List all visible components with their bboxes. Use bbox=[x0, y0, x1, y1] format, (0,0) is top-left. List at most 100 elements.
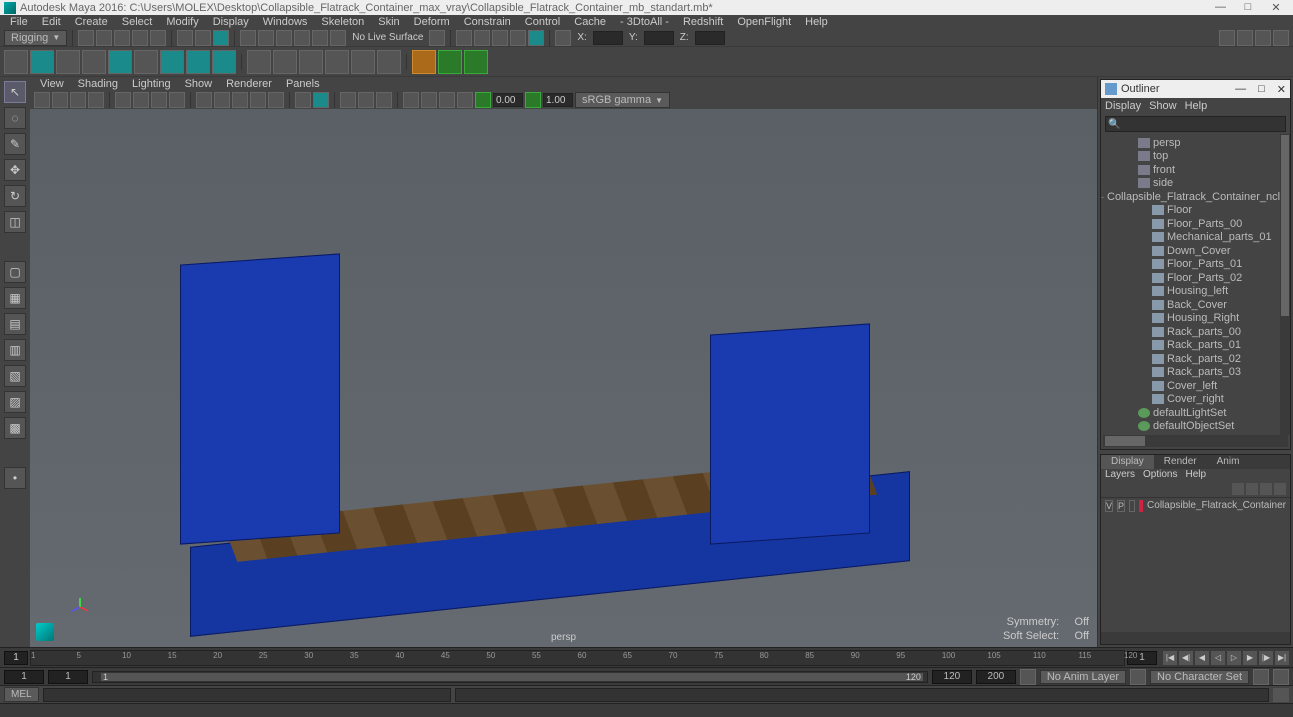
menu-windows[interactable]: Windows bbox=[257, 16, 314, 28]
current-frame-left[interactable]: 1 bbox=[4, 651, 28, 665]
menu-deform[interactable]: Deform bbox=[408, 16, 456, 28]
move-tool[interactable]: ✥ bbox=[4, 159, 26, 181]
shaded-icon[interactable] bbox=[214, 92, 230, 108]
outliner-node[interactable]: Floor_Parts_01 bbox=[1101, 258, 1290, 272]
shelf-icon-16[interactable] bbox=[412, 50, 436, 74]
anim-layer-arrow-icon[interactable] bbox=[1130, 669, 1146, 685]
minimize-button[interactable]: — bbox=[1215, 1, 1225, 14]
range-track[interactable]: 1 120 bbox=[92, 671, 928, 683]
shelf-icon-14[interactable] bbox=[351, 50, 375, 74]
textured-icon[interactable] bbox=[232, 92, 248, 108]
last-tool[interactable]: • bbox=[4, 467, 26, 489]
range-bar[interactable]: 1 120 bbox=[101, 673, 923, 681]
range-start-outer[interactable]: 1 bbox=[4, 670, 44, 684]
outliner-node[interactable]: Cover_right bbox=[1101, 393, 1290, 407]
lasso-tool[interactable]: ◌ bbox=[4, 107, 26, 129]
outliner-node[interactable]: Housing_left bbox=[1101, 285, 1290, 299]
menu-cache[interactable]: Cache bbox=[568, 16, 612, 28]
gate-mask-icon[interactable] bbox=[169, 92, 185, 108]
vp-icon-f[interactable] bbox=[439, 92, 455, 108]
maximize-button[interactable]: □ bbox=[1243, 1, 1253, 14]
bookmarks-icon[interactable] bbox=[70, 92, 86, 108]
layer-color-swatch[interactable] bbox=[1139, 500, 1143, 512]
layout-two-h-icon[interactable]: ▤ bbox=[4, 313, 26, 335]
snap-view-icon[interactable] bbox=[330, 30, 346, 46]
outliner-menu-show[interactable]: Show bbox=[1149, 100, 1177, 112]
shelf-icon-11[interactable] bbox=[273, 50, 297, 74]
shelf-icon-7[interactable] bbox=[160, 50, 184, 74]
step-back-key-button[interactable]: ◀| bbox=[1179, 651, 1193, 665]
undo-icon[interactable] bbox=[132, 30, 148, 46]
menu-display[interactable]: Display bbox=[207, 16, 255, 28]
outliner-node[interactable]: Rack_parts_01 bbox=[1101, 339, 1290, 353]
outliner-node[interactable]: Rack_parts_03 bbox=[1101, 366, 1290, 380]
paint-select-tool[interactable]: ✎ bbox=[4, 133, 26, 155]
panel-menu-panels[interactable]: Panels bbox=[280, 78, 326, 90]
outliner-node[interactable]: Down_Cover bbox=[1101, 244, 1290, 258]
shadows-icon[interactable] bbox=[268, 92, 284, 108]
shelf-icon-12[interactable] bbox=[299, 50, 323, 74]
menu-help[interactable]: Help bbox=[799, 16, 834, 28]
menu-redshift[interactable]: Redshift bbox=[677, 16, 729, 28]
exposure-icon[interactable] bbox=[475, 92, 491, 108]
prefs-icon[interactable] bbox=[1273, 669, 1289, 685]
outliner-tree[interactable]: persptopfrontside-Collapsible_Flatrack_C… bbox=[1101, 134, 1290, 435]
close-button[interactable]: ✕ bbox=[1271, 1, 1281, 14]
step-back-button[interactable]: ◀ bbox=[1195, 651, 1209, 665]
menu-create[interactable]: Create bbox=[69, 16, 114, 28]
outliner-menu-help[interactable]: Help bbox=[1185, 100, 1208, 112]
new-scene-icon[interactable] bbox=[78, 30, 94, 46]
panel-menu-show[interactable]: Show bbox=[179, 78, 219, 90]
open-scene-icon[interactable] bbox=[96, 30, 112, 46]
outliner-node[interactable]: persp bbox=[1101, 136, 1290, 150]
vp-icon-b[interactable] bbox=[358, 92, 374, 108]
lights-icon[interactable] bbox=[250, 92, 266, 108]
vp-icon-g[interactable] bbox=[457, 92, 473, 108]
step-forward-key-button[interactable]: |▶ bbox=[1259, 651, 1273, 665]
range-end-inner[interactable]: 120 bbox=[932, 670, 972, 684]
go-to-end-button[interactable]: ▶| bbox=[1275, 651, 1289, 665]
outliner-node[interactable]: Back_Cover bbox=[1101, 298, 1290, 312]
panel-menu-view[interactable]: View bbox=[34, 78, 70, 90]
grid-toggle-icon[interactable] bbox=[115, 92, 131, 108]
layer-display-type[interactable] bbox=[1129, 500, 1135, 512]
rotate-tool[interactable]: ↻ bbox=[4, 185, 26, 207]
snap-curve-icon[interactable] bbox=[258, 30, 274, 46]
step-forward-button[interactable]: ▶ bbox=[1243, 651, 1257, 665]
outliner-node[interactable]: Housing_Right bbox=[1101, 312, 1290, 326]
scale-tool[interactable]: ◫ bbox=[4, 211, 26, 233]
shelf-icon-2[interactable] bbox=[30, 50, 54, 74]
menu-control[interactable]: Control bbox=[519, 16, 566, 28]
panel-menu-renderer[interactable]: Renderer bbox=[220, 78, 278, 90]
layout-persp-icon[interactable]: ▩ bbox=[4, 417, 26, 439]
layer-menu-layers[interactable]: Layers bbox=[1105, 469, 1135, 483]
select-mode-component-icon[interactable] bbox=[213, 30, 229, 46]
outliner-node[interactable]: side bbox=[1101, 177, 1290, 191]
expand-toggle-icon[interactable]: - bbox=[1101, 192, 1104, 202]
menu--3dtoall-[interactable]: - 3DtoAll - bbox=[614, 16, 675, 28]
panel-menu-lighting[interactable]: Lighting bbox=[126, 78, 177, 90]
menu-skeleton[interactable]: Skeleton bbox=[315, 16, 370, 28]
layer-tab-anim[interactable]: Anim bbox=[1207, 455, 1250, 469]
shelf-icon-5[interactable] bbox=[108, 50, 132, 74]
layout-two-v-icon[interactable]: ▥ bbox=[4, 339, 26, 361]
layer-move-up-icon[interactable] bbox=[1232, 483, 1244, 495]
shelf-icon-3[interactable] bbox=[56, 50, 80, 74]
layer-row[interactable]: V P Collapsible_Flatrack_Container bbox=[1101, 497, 1290, 513]
construction-history-icon[interactable] bbox=[456, 30, 472, 46]
anim-layer-dropdown[interactable]: No Anim Layer bbox=[1040, 670, 1126, 684]
layer-tab-render[interactable]: Render bbox=[1154, 455, 1207, 469]
outliner-minimize[interactable]: — bbox=[1235, 83, 1246, 96]
gamma-icon[interactable] bbox=[525, 92, 541, 108]
outliner-search-field[interactable]: 🔍 bbox=[1105, 116, 1286, 132]
outliner-node[interactable]: Floor bbox=[1101, 204, 1290, 218]
outliner-hscrollbar[interactable] bbox=[1103, 435, 1288, 447]
wireframe-icon[interactable] bbox=[196, 92, 212, 108]
layer-visibility-toggle[interactable]: V bbox=[1105, 500, 1113, 512]
play-back-button[interactable]: ◁ bbox=[1211, 651, 1225, 665]
snap-live-icon[interactable] bbox=[312, 30, 328, 46]
ipr-render-icon[interactable] bbox=[492, 30, 508, 46]
range-arrow-icon[interactable] bbox=[1020, 669, 1036, 685]
layer-menu-options[interactable]: Options bbox=[1143, 469, 1177, 483]
shelf-icon-10[interactable] bbox=[247, 50, 271, 74]
